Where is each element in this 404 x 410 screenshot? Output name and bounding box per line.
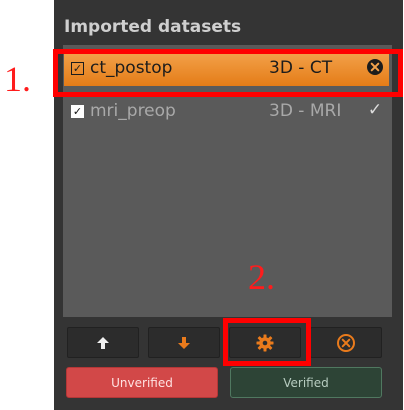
verified-button[interactable]: Verified <box>230 367 382 398</box>
remove-circle-icon <box>337 333 355 352</box>
imported-datasets-panel: Imported datasets ✓ ct_postop 3D - CT ✓ … <box>54 0 403 410</box>
dataset-list: ✓ ct_postop 3D - CT ✓ mri_preop 3D - MRI… <box>63 45 392 317</box>
annotation-label-2: 2. <box>248 257 275 297</box>
dataset-name: mri_preop <box>90 101 176 121</box>
dataset-checkbox[interactable]: ✓ <box>71 62 84 75</box>
arrow-up-icon <box>97 336 109 349</box>
dataset-checkbox[interactable]: ✓ <box>71 105 84 118</box>
remove-dataset-button[interactable] <box>310 327 382 358</box>
move-down-button[interactable] <box>148 327 220 358</box>
arrow-down-icon <box>178 336 190 349</box>
dataset-name: ct_postop <box>90 58 173 78</box>
move-up-button[interactable] <box>67 327 139 358</box>
gear-icon <box>256 334 274 351</box>
check-icon: ✓ <box>367 100 383 120</box>
page-canvas: Imported datasets ✓ ct_postop 3D - CT ✓ … <box>0 0 404 410</box>
unverified-button[interactable]: Unverified <box>66 367 218 398</box>
close-circle-icon[interactable] <box>365 57 385 77</box>
dataset-row-mri-preop[interactable]: ✓ mri_preop 3D - MRI ✓ <box>64 95 389 129</box>
dataset-row-ct-postop[interactable]: ✓ ct_postop 3D - CT <box>64 52 389 86</box>
dataset-type: 3D - MRI <box>269 101 342 121</box>
dataset-type: 3D - CT <box>269 58 333 78</box>
settings-button[interactable] <box>229 327 301 358</box>
panel-title: Imported datasets <box>64 17 242 37</box>
annotation-label-1: 1. <box>4 59 31 99</box>
